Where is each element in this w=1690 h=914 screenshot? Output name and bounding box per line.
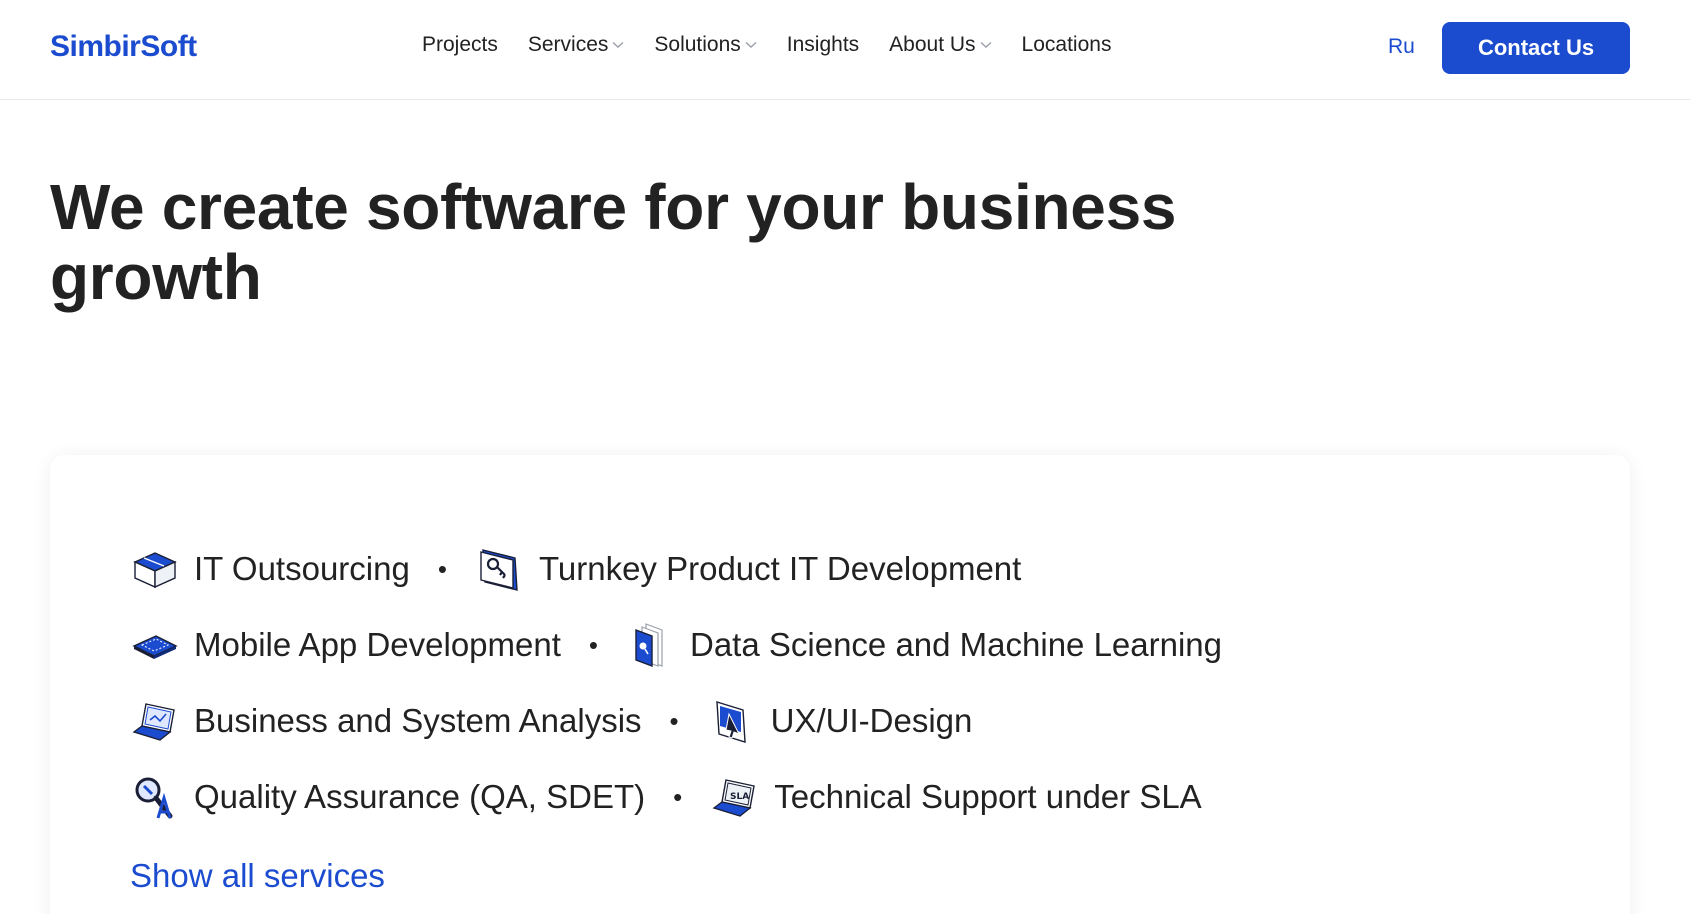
chevron-down-icon bbox=[612, 41, 624, 48]
service-quality-assurance[interactable]: Quality Assurance (QA, SDET) bbox=[130, 772, 645, 822]
site-header: SimbirSoft Projects Services Solutions I… bbox=[0, 0, 1690, 100]
services-card: IT Outsourcing • Turnkey Product IT Deve… bbox=[50, 455, 1630, 914]
chevron-down-icon bbox=[980, 41, 992, 48]
service-label: Quality Assurance (QA, SDET) bbox=[194, 778, 646, 815]
separator-dot: • bbox=[437, 553, 447, 584]
nav-item-solutions[interactable]: Solutions bbox=[654, 33, 757, 57]
service-technical-support[interactable]: SLA Technical Support under SLA bbox=[710, 772, 1202, 822]
show-all-services-link[interactable]: Show all services bbox=[130, 857, 385, 895]
chevron-down-icon bbox=[745, 41, 757, 48]
key-icon bbox=[480, 549, 518, 591]
nav-item-label: Solutions bbox=[654, 33, 741, 56]
main-nav: Projects Services Solutions Insights Abo… bbox=[422, 33, 1111, 57]
service-label: Turnkey Product IT Development bbox=[538, 550, 1022, 587]
nav-item-label: Services bbox=[527, 33, 609, 56]
service-label: IT Outsourcing bbox=[194, 550, 410, 587]
design-cursor-icon bbox=[715, 701, 746, 743]
box-icon bbox=[133, 552, 177, 589]
separator-dot: • bbox=[588, 629, 598, 660]
nav-item-about-us[interactable]: About Us bbox=[889, 33, 992, 57]
laptop-chart-icon bbox=[132, 703, 175, 741]
nav-item-label: Projects bbox=[422, 33, 498, 56]
nav-item-label: About Us bbox=[889, 33, 976, 56]
service-business-analysis[interactable]: Business and System Analysis bbox=[130, 696, 642, 746]
services-row: IT Outsourcing • Turnkey Product IT Deve… bbox=[130, 531, 1222, 607]
service-data-science[interactable]: Data Science and Machine Learning bbox=[626, 620, 1222, 670]
service-turnkey-development[interactable]: Turnkey Product IT Development bbox=[475, 544, 1021, 594]
service-label: Data Science and Machine Learning bbox=[690, 626, 1223, 663]
language-switch[interactable]: Ru bbox=[1388, 35, 1415, 59]
service-label: Business and System Analysis bbox=[194, 702, 642, 739]
services-list: IT Outsourcing • Turnkey Product IT Deve… bbox=[130, 531, 1222, 835]
service-ux-ui-design[interactable]: UX/UI-Design bbox=[707, 696, 973, 746]
services-row: Mobile App Development • Data Science an… bbox=[130, 607, 1222, 683]
nav-item-label: Insights bbox=[786, 33, 860, 56]
nav-item-services[interactable]: Services bbox=[528, 33, 625, 57]
contact-us-button[interactable]: Contact Us bbox=[1442, 22, 1630, 74]
separator-dot: • bbox=[673, 781, 683, 812]
nav-item-insights[interactable]: Insights bbox=[787, 33, 859, 57]
laptop-sla-icon: SLA bbox=[712, 779, 756, 817]
logo[interactable]: SimbirSoft bbox=[50, 30, 197, 64]
nav-item-locations[interactable]: Locations bbox=[1022, 33, 1112, 57]
service-label: UX/UI-Design bbox=[770, 702, 973, 739]
service-label: Mobile App Development bbox=[194, 626, 561, 663]
svg-text:SLA: SLA bbox=[730, 792, 749, 802]
phone-icon bbox=[132, 635, 178, 659]
nav-item-projects[interactable]: Projects bbox=[422, 33, 498, 57]
service-it-outsourcing[interactable]: IT Outsourcing bbox=[130, 544, 410, 594]
magnifier-qa-icon bbox=[135, 777, 173, 819]
service-label: Technical Support under SLA bbox=[774, 778, 1202, 815]
separator-dot: • bbox=[669, 705, 679, 736]
nav-item-label: Locations bbox=[1021, 33, 1112, 56]
services-row: Business and System Analysis • UX/UI-Des… bbox=[130, 683, 1222, 759]
data-layers-icon bbox=[635, 623, 663, 668]
service-mobile-app-development[interactable]: Mobile App Development bbox=[130, 620, 561, 670]
services-row: Quality Assurance (QA, SDET) • SLA Techn… bbox=[130, 759, 1222, 835]
hero-title: We create software for your business gro… bbox=[50, 171, 1177, 313]
